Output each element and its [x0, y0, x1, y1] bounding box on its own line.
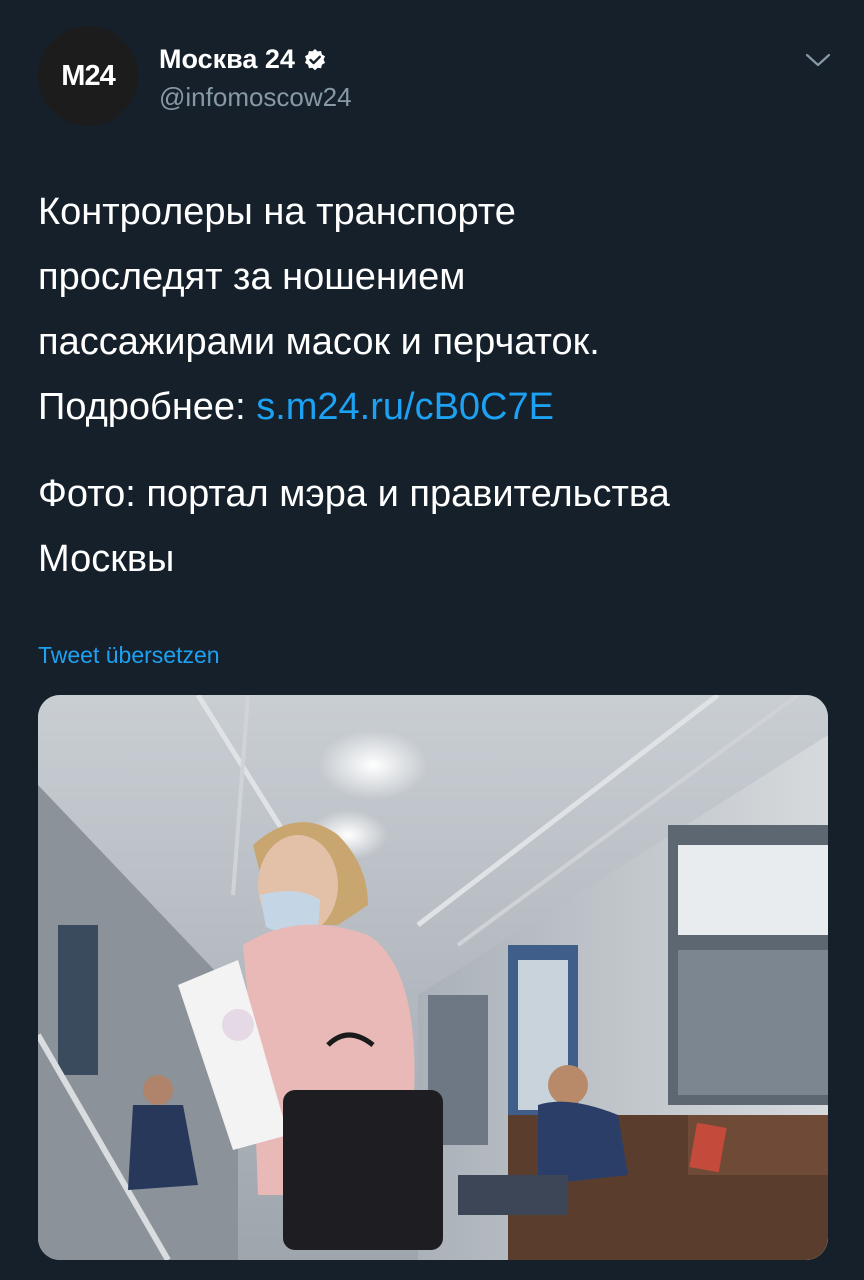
- tweet-text: Контролеры на транспорте проследят за но…: [38, 180, 838, 592]
- tweet-link[interactable]: s.m24.ru/cB0C7E: [256, 386, 554, 428]
- photo-credit-line: Фото: портал мэра и правительства: [38, 473, 670, 515]
- verified-badge-icon: [304, 48, 325, 70]
- metro-photo-illustration: [38, 695, 828, 1260]
- avatar[interactable]: M24: [38, 26, 138, 126]
- photo-credit-line: Москвы: [38, 538, 175, 580]
- more-label: Подробнее:: [38, 386, 257, 428]
- tweet-photo[interactable]: [38, 695, 828, 1260]
- display-name[interactable]: Москва 24: [159, 44, 295, 75]
- chevron-down-icon[interactable]: [804, 50, 832, 70]
- translate-tweet-link[interactable]: Tweet übersetzen: [38, 642, 220, 669]
- account-name-row[interactable]: Москва 24: [159, 44, 327, 75]
- tweet-text-line: Контролеры на транспорте: [38, 191, 516, 233]
- tweet-text-line: проследят за ношением: [38, 256, 466, 298]
- tweet-text-line: пассажирами масок и перчаток.: [38, 321, 600, 363]
- account-handle[interactable]: @infomoscow24: [159, 82, 352, 113]
- tweet-more-line: Подробнее: s.m24.ru/cB0C7E: [38, 375, 838, 440]
- avatar-logo-text: M24: [61, 59, 115, 92]
